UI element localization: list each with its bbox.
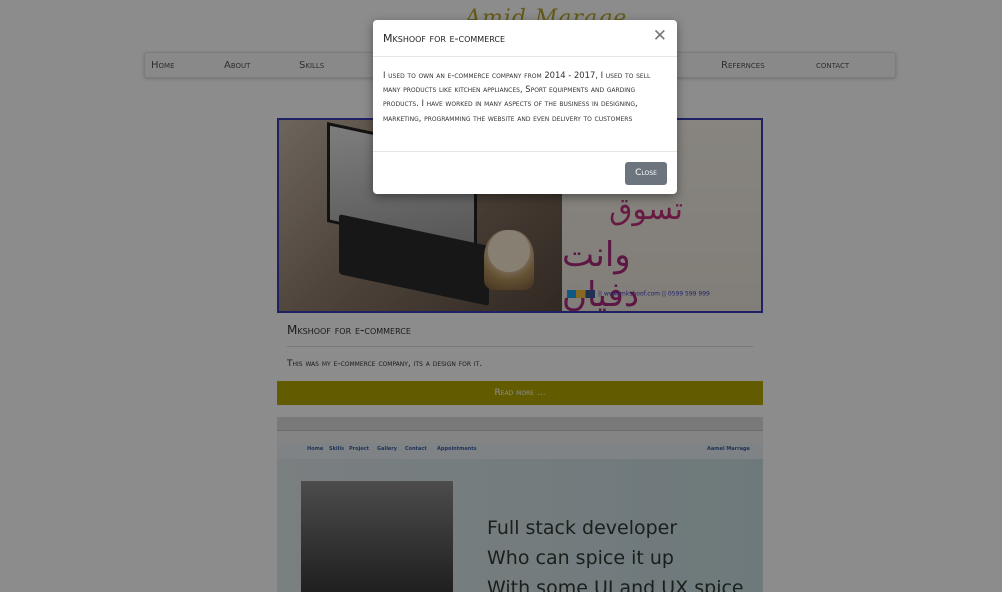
close-button[interactable]: Close: [625, 162, 667, 185]
modal-header: Mkshoof for e-commerce ✕: [373, 20, 677, 57]
modal-title: Mkshoof for e-commerce: [383, 32, 506, 45]
close-icon[interactable]: ✕: [653, 28, 667, 45]
project-modal: Mkshoof for e-commerce ✕ I used to own a…: [373, 20, 677, 194]
modal-body: I used to own an e-commerce company from…: [383, 70, 651, 123]
modal-footer: Close: [373, 151, 677, 194]
